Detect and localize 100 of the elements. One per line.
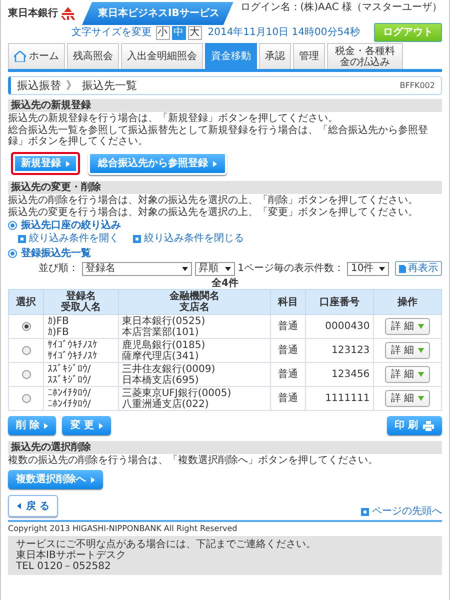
column-header: 登録名 bbox=[66, 291, 96, 302]
radio-button[interactable] bbox=[22, 394, 31, 403]
dropdown[interactable]: 10件 bbox=[347, 262, 389, 276]
filter-link[interactable]: 絞り込み条件を開く bbox=[18, 233, 119, 244]
dropdown-arrow-icon bbox=[379, 266, 385, 270]
font-size-button[interactable]: 大 bbox=[188, 26, 202, 40]
bank-branch-name: 三井住友銀行(0009) bbox=[122, 364, 216, 374]
nav-tab[interactable]: 税金・各種料金の払込み bbox=[327, 43, 403, 69]
column-header: 口座番号 bbox=[318, 296, 360, 308]
total-count: 全4件 bbox=[210, 278, 240, 289]
description-text: 振込先の新規登録を行う場合は、「新規登録」ボタンを押してください。 bbox=[8, 113, 339, 124]
bank-name: 東日本銀行 bbox=[8, 8, 58, 19]
recipient-name: ｽｽﾞｷｼﾞﾛｳ/ bbox=[47, 364, 92, 374]
table-cell: 123456 bbox=[306, 362, 374, 386]
dropdown[interactable]: 昇順 bbox=[194, 262, 235, 276]
description-text: 総合振込先一覧を参照して振込振替先として新規登録を行う場合は、「総合振込先から参照登録」ボタンを押してください。 bbox=[8, 125, 429, 147]
caret-down-icon bbox=[418, 372, 424, 377]
detail-button[interactable]: 詳 細 bbox=[384, 342, 430, 359]
printer-icon bbox=[423, 420, 434, 430]
table-cell: 123123 bbox=[306, 338, 374, 362]
table-cell: 普通 bbox=[270, 386, 306, 410]
recipient-name: ｻｲｺﾞｳｷﾁﾉｽｹ bbox=[47, 350, 98, 362]
subsection-heading: 振込先口座の絞り込み bbox=[21, 220, 121, 231]
home-icon bbox=[14, 51, 26, 62]
login-name: ログイン名：(株)AAC 様（マスターユーザ） bbox=[240, 2, 442, 13]
back-button[interactable]: 戻 る bbox=[8, 495, 58, 517]
section-heading: 振込先の新規登録 bbox=[8, 99, 442, 112]
radio-bullet-icon bbox=[8, 221, 17, 230]
caret-icon bbox=[98, 422, 103, 428]
caret-down-icon bbox=[418, 324, 424, 329]
table-cell: 1111111 bbox=[306, 386, 374, 410]
refresh-button[interactable]: 再表示 bbox=[395, 261, 442, 276]
bank-branch-name: 薩摩代理店(341) bbox=[122, 350, 200, 362]
table-cell: 普通 bbox=[270, 338, 306, 362]
caret-icon bbox=[44, 422, 48, 428]
subsection-heading: 登録振込先一覧 bbox=[21, 248, 91, 259]
caret-icon bbox=[213, 160, 217, 166]
service-banner: 東日本ビジネスIBサービス bbox=[82, 2, 234, 25]
table-cell: 0000430 bbox=[306, 314, 374, 338]
radio-bullet-icon bbox=[8, 249, 17, 258]
square-icon bbox=[133, 234, 141, 242]
support-text: サービスにご不明な点がある場合には、下記までご連絡ください。 bbox=[16, 539, 317, 550]
recipient-name: ｽｽﾞｷｼﾞﾛｳ/ bbox=[47, 374, 92, 386]
caret-icon bbox=[91, 476, 95, 482]
breadcrumb-separator: 》 bbox=[66, 80, 77, 91]
section-heading: 振込先の選択削除 bbox=[8, 441, 442, 454]
dropdown-arrow-icon bbox=[182, 266, 188, 270]
nav-tab[interactable]: 入出金明細照会 bbox=[121, 43, 203, 69]
section-heading: 振込先の変更・削除 bbox=[8, 181, 442, 194]
square-icon bbox=[361, 508, 369, 516]
bank-branch-name: 本店営業部(101) bbox=[122, 326, 200, 338]
detail-button[interactable]: 詳 細 bbox=[384, 390, 430, 407]
detail-button[interactable]: 詳 細 bbox=[384, 318, 430, 335]
page-top-link[interactable]: ページの先頭へ bbox=[361, 506, 442, 517]
bank-branch-name: 八重洲通支店(022) bbox=[122, 398, 210, 410]
table-cell: 普通 bbox=[270, 314, 306, 338]
document-icon bbox=[399, 264, 406, 272]
caret-down-icon bbox=[418, 396, 424, 401]
page-title: 振込先一覧 bbox=[82, 80, 137, 91]
recipient-name: ｶ)FB bbox=[47, 316, 70, 326]
recipient-name: ﾆﾎﾝｲﾁﾀﾛｳ/ bbox=[47, 398, 92, 410]
nav-tab[interactable]: 残高照会 bbox=[67, 43, 119, 69]
sort-label: 並び順： bbox=[38, 263, 79, 274]
font-size-button[interactable]: 小 bbox=[156, 26, 170, 40]
recipient-name: ｶ)FB bbox=[47, 326, 70, 338]
nav-tab[interactable]: ホーム bbox=[8, 43, 65, 69]
support-text: TEL 0120－052582 bbox=[16, 561, 112, 572]
caret-left-icon bbox=[17, 503, 21, 509]
recipient-name: ﾆﾎﾝｲﾁﾀﾛｳ/ bbox=[47, 388, 92, 398]
radio-button[interactable] bbox=[22, 370, 31, 379]
caret-down-icon bbox=[418, 348, 424, 353]
per-page-label: 1ページ毎の表示件数： bbox=[238, 263, 344, 274]
radio-button[interactable] bbox=[22, 322, 31, 331]
bank-branch-name: 鹿児島銀行(0185) bbox=[122, 340, 206, 350]
bank-branch-name: 日本橋支店(695) bbox=[122, 374, 200, 386]
dropdown[interactable]: 登録名 bbox=[82, 262, 192, 276]
nav-tab[interactable]: 管理 bbox=[293, 43, 325, 69]
column-header: 科目 bbox=[276, 296, 300, 308]
column-header: 支店名 bbox=[178, 302, 210, 313]
caret-icon bbox=[66, 160, 70, 166]
nav-tab[interactable]: 承認 bbox=[259, 43, 291, 69]
filter-link[interactable]: 絞り込み条件を閉じる bbox=[133, 233, 244, 244]
date-time: 2014年11月10日 14時00分54秒 bbox=[208, 27, 360, 38]
description-text: 振込先の削除を行う場合は、対象の振込先を選択の上、「削除」ボタンを押してください。 bbox=[8, 195, 419, 206]
bank-branch-name: 東日本銀行(0525) bbox=[122, 316, 206, 326]
radio-button[interactable] bbox=[22, 346, 31, 355]
column-header: 受取人名 bbox=[60, 302, 102, 313]
table-cell: 普通 bbox=[270, 362, 306, 386]
bank-branch-name: 三菱東京UFJ銀行(0005) bbox=[122, 388, 232, 398]
support-text: 東日本IBサポートデスク bbox=[16, 550, 127, 561]
font-size-label: 文字サイズを変更 bbox=[72, 27, 152, 38]
recipient-name: ｻｲｺﾞｳｷﾁﾉｽｹ bbox=[47, 340, 98, 350]
detail-button[interactable]: 詳 細 bbox=[384, 366, 430, 383]
logo-icon bbox=[61, 7, 75, 20]
description-text: 複数の振込先の削除を行う場合は、「複数選択削除へ」ボタンを押してください。 bbox=[8, 455, 379, 466]
column-header: 操作 bbox=[396, 296, 418, 308]
breadcrumb-link[interactable]: 振込振替 bbox=[17, 80, 61, 91]
column-header: 選択 bbox=[15, 296, 38, 308]
square-icon bbox=[18, 234, 26, 242]
description-text: 振込先の変更を行う場合は、対象の振込先を選択の上、「変更」ボタンを押してください。 bbox=[8, 207, 419, 218]
